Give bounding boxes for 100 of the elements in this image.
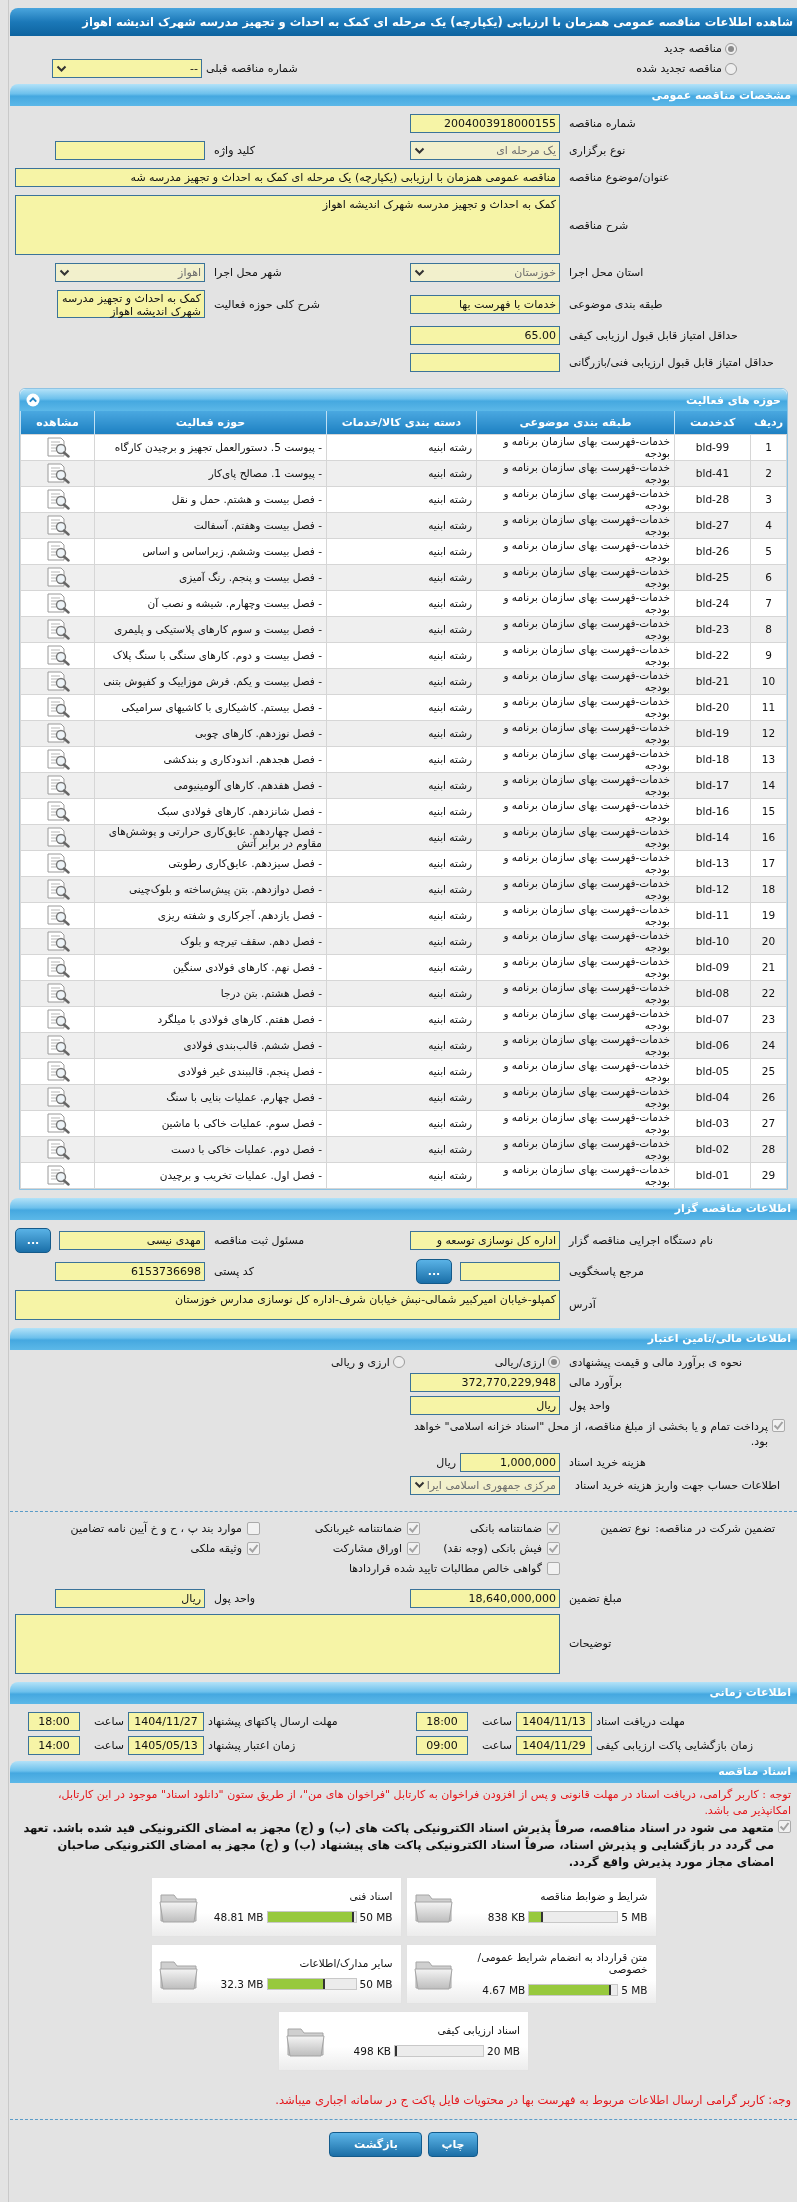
text-area[interactable]: کمک به احداث و تجهیز مدرسه شهرک اندیشه اهواز [15,195,560,255]
text-field[interactable]: اداره کل نوسازی توسعه و [410,1230,560,1250]
field-label: واحد پول [213,1591,257,1605]
action-button[interactable]: بازگشت [329,2131,423,2157]
document-search-icon[interactable] [44,566,71,588]
checkbox[interactable] [547,1561,560,1575]
date-field[interactable]: 1404/11/27 [128,1711,204,1731]
document-search-icon[interactable] [44,800,71,822]
checkbox[interactable] [407,1541,420,1555]
text-field[interactable]: 1,000,000 [460,1452,560,1472]
radio-button[interactable] [725,62,737,75]
text-field[interactable]: 6153736698 [55,1261,205,1281]
document-search-icon[interactable] [44,1138,71,1160]
document-search-icon[interactable] [44,774,71,796]
field-label: مهلت ارسال پاکتهای پیشنهاد [207,1714,339,1728]
document-search-icon[interactable] [44,514,71,536]
more-button[interactable]: ... [416,1258,452,1284]
document-search-icon[interactable] [44,1008,71,1030]
text-field[interactable]: 65.00 [410,326,560,345]
text-field[interactable]: ریال [55,1588,205,1608]
text-field[interactable]: 2004003918000155 [410,114,560,133]
table-cell: رشته ابنیه [326,1110,477,1136]
document-search-icon[interactable] [44,1112,71,1134]
document-search-icon[interactable] [44,878,71,900]
table-cell: bld-06 [674,1032,751,1058]
document-search-icon[interactable] [44,462,71,484]
table-cell: bld-04 [674,1084,751,1110]
radio-button[interactable] [392,1356,405,1368]
document-search-icon[interactable] [44,670,71,692]
text-area[interactable]: کمک به احداث و تجهیز مدرسه شهرک اندیشه اهواز [57,290,205,318]
checkbox[interactable] [547,1521,560,1535]
radio-button[interactable] [725,42,737,55]
table-cell: - فصل بیست و سوم کارهای پلاستیکی و پلیمری [94,616,327,642]
notice-text: توجه : کاربر گرامی، دریافت اسناد در مهلت قانونی و پس از افزودن فراخوان به کارتابل "فراخوان های من"، از طریق ستون "دانلود اسناد" موجود در این کارتابل، امکانپذیر می باشد. [57,1786,792,1819]
table-cell: bld-09 [674,954,751,980]
table-cell: - فصل سوم. عملیات خاکی با ماشین [94,1110,327,1136]
section-title: مشخصات مناقصه عمومی [651,88,791,102]
text-area[interactable] [15,1613,560,1674]
table-cell: bld-22 [674,642,751,668]
table-cell: 24 [750,1032,787,1058]
document-search-icon[interactable] [44,748,71,770]
action-button[interactable]: چاپ [428,2131,478,2157]
date-field[interactable]: 1404/11/29 [516,1735,592,1755]
table-cell: bld-19 [674,720,751,746]
table-cell: رشته ابنیه [326,928,477,954]
document-search-icon[interactable] [44,644,71,666]
document-search-icon[interactable] [44,488,71,510]
time-field[interactable]: 18:00 [416,1711,468,1731]
table-cell: خدمات-فهرست بهای سازمان برنامه و بودجه [476,1162,675,1188]
document-search-icon[interactable] [44,1060,71,1082]
document-search-icon[interactable] [44,696,71,718]
dropdown[interactable]: -- [52,59,202,78]
field-label: نام دستگاه اجرایی مناقصه گزار [567,1233,714,1247]
document-search-icon[interactable] [44,1164,71,1186]
time-field[interactable]: 14:00 [28,1735,80,1755]
checkbox[interactable] [547,1541,560,1555]
time-field[interactable]: 18:00 [28,1711,80,1731]
caret-icon [56,64,67,73]
text-field[interactable]: مناقصه عمومی همزمان با ارزیابی (یکپارچه) یک مرحله ای کمک به احداث و تجهیز مدرسه شه [15,168,560,187]
document-search-icon[interactable] [44,982,71,1004]
document-search-icon[interactable] [44,592,71,614]
date-field[interactable]: 1404/11/13 [516,1711,592,1731]
document-search-icon[interactable] [44,930,71,952]
file-size: 48.81 MB [213,1911,264,1923]
document-search-icon[interactable] [44,722,71,744]
document-search-icon[interactable] [44,826,71,848]
more-button[interactable]: ... [15,1227,51,1253]
checkbox[interactable] [247,1521,260,1535]
text-field[interactable]: 372,770,229,948 [410,1372,560,1392]
text-field[interactable]: خدمات با فهرست بها [410,294,560,314]
table-cell: خدمات-فهرست بهای سازمان برنامه و بودجه [476,642,675,668]
table-cell: خدمات-فهرست بهای سازمان برنامه و بودجه [476,1058,675,1084]
document-search-icon[interactable] [44,436,71,458]
document-search-icon[interactable] [44,904,71,926]
table-cell: رشته ابنیه [326,460,477,486]
document-search-icon[interactable] [44,1086,71,1108]
document-search-icon[interactable] [44,540,71,562]
document-search-icon[interactable] [44,1034,71,1056]
time-field[interactable]: 09:00 [416,1735,468,1755]
table-cell: خدمات-فهرست بهای سازمان برنامه و بودجه [476,1136,675,1162]
table-cell: رشته ابنیه [326,1006,477,1032]
document-search-icon[interactable] [44,956,71,978]
text-area[interactable]: کمپلو-خیابان امیرکبیر شمالی-نبش خیابان شرف-اداره کل نوسازی مدارس خوزستان [15,1289,560,1320]
text-field[interactable] [410,353,560,372]
document-search-icon[interactable] [44,618,71,640]
text-field[interactable] [460,1261,560,1281]
text-field[interactable]: 18,640,000,000 [410,1588,560,1608]
checkbox[interactable] [778,1819,791,1833]
checkbox[interactable] [247,1541,260,1555]
table-cell: خدمات-فهرست بهای سازمان برنامه و بودجه [476,720,675,746]
text-field[interactable]: مهدی نیسی [59,1230,205,1250]
text-field[interactable]: ریال [410,1395,560,1415]
checkbox[interactable] [772,1418,785,1432]
text-field[interactable] [55,141,205,160]
document-search-icon[interactable] [44,852,71,874]
checkbox[interactable] [407,1521,420,1535]
collapse-icon[interactable] [26,393,40,407]
date-field[interactable]: 1405/05/13 [128,1735,204,1755]
radio-button[interactable] [548,1356,560,1368]
field-label: آدرس [568,1298,597,1311]
